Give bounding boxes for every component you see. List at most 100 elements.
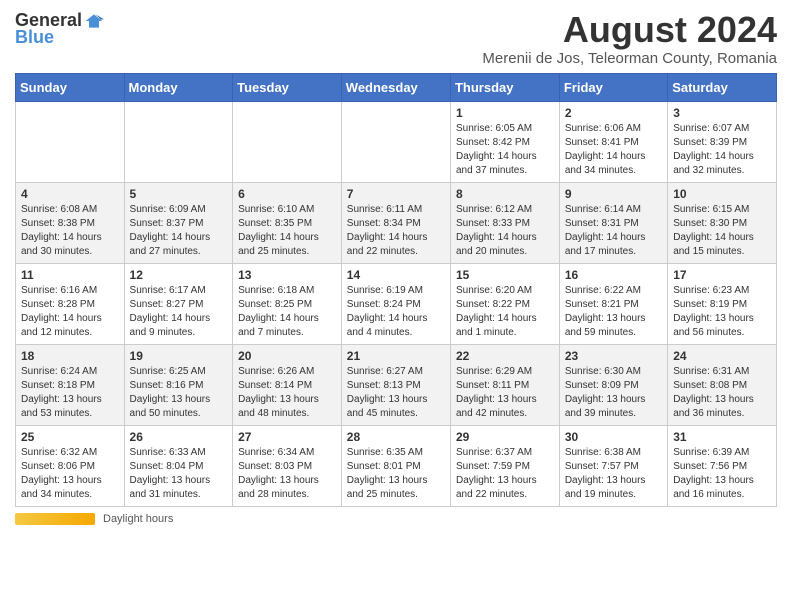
calendar-cell: 26 Sunrise: 6:33 AM Sunset: 8:04 PM Dayli… [124, 425, 233, 506]
calendar-cell: 14 Sunrise: 6:19 AM Sunset: 8:24 PM Dayli… [341, 263, 450, 344]
day-number: 13 [238, 268, 336, 282]
day-info: Sunrise: 6:16 AM Sunset: 8:28 PM Dayligh… [21, 284, 119, 340]
day-number: 2 [565, 106, 662, 120]
day-number: 29 [456, 430, 554, 444]
day-number: 22 [456, 349, 554, 363]
day-info: Sunrise: 6:31 AM Sunset: 8:08 PM Dayligh… [673, 365, 771, 421]
calendar-week-row: 4 Sunrise: 6:08 AM Sunset: 8:38 PM Daylig… [16, 182, 777, 263]
calendar-week-row: 11 Sunrise: 6:16 AM Sunset: 8:28 PM Dayli… [16, 263, 777, 344]
month-year-title: August 2024 [482, 10, 777, 50]
day-info: Sunrise: 6:09 AM Sunset: 8:37 PM Dayligh… [130, 203, 228, 259]
day-number: 12 [130, 268, 228, 282]
logo: General Blue [15, 10, 104, 48]
day-info: Sunrise: 6:06 AM Sunset: 8:41 PM Dayligh… [565, 122, 662, 178]
calendar-cell: 10 Sunrise: 6:15 AM Sunset: 8:30 PM Dayli… [668, 182, 777, 263]
day-number: 8 [456, 187, 554, 201]
calendar-table: SundayMondayTuesdayWednesdayThursdayFrid… [15, 73, 777, 507]
day-number: 28 [347, 430, 445, 444]
day-number: 6 [238, 187, 336, 201]
day-info: Sunrise: 6:27 AM Sunset: 8:13 PM Dayligh… [347, 365, 445, 421]
title-block: August 2024 Merenii de Jos, Teleorman Co… [482, 10, 777, 67]
calendar-cell: 22 Sunrise: 6:29 AM Sunset: 8:11 PM Dayli… [450, 344, 559, 425]
day-number: 10 [673, 187, 771, 201]
calendar-cell: 16Sunrise: 6:22 AM Sunset: 8:21 PM Dayli… [559, 263, 667, 344]
calendar-cell: 30 Sunrise: 6:38 AM Sunset: 7:57 PM Dayli… [559, 425, 667, 506]
calendar-header-thursday: Thursday [450, 73, 559, 101]
day-number: 17 [673, 268, 771, 282]
day-info: Sunrise: 6:26 AM Sunset: 8:14 PM Dayligh… [238, 365, 336, 421]
day-info: Sunrise: 6:05 AM Sunset: 8:42 PM Dayligh… [456, 122, 554, 178]
calendar-footer: Daylight hours [15, 513, 777, 525]
day-info: Sunrise: 6:23 AM Sunset: 8:19 PM Dayligh… [673, 284, 771, 340]
calendar-week-row: 1 Sunrise: 6:05 AM Sunset: 8:42 PM Daylig… [16, 101, 777, 182]
day-info: Sunrise: 6:39 AM Sunset: 7:56 PM Dayligh… [673, 446, 771, 502]
day-number: 23 [565, 349, 662, 363]
day-info: Sunrise: 6:33 AM Sunset: 8:04 PM Dayligh… [130, 446, 228, 502]
day-info: Sunrise: 6:17 AM Sunset: 8:27 PM Dayligh… [130, 284, 228, 340]
calendar-cell: 8 Sunrise: 6:12 AM Sunset: 8:33 PM Daylig… [450, 182, 559, 263]
day-number: 25 [21, 430, 119, 444]
calendar-header-sunday: Sunday [16, 73, 125, 101]
calendar-cell [233, 101, 342, 182]
calendar-cell [124, 101, 233, 182]
calendar-header-wednesday: Wednesday [341, 73, 450, 101]
calendar-cell: 29Sunrise: 6:37 AM Sunset: 7:59 PM Dayli… [450, 425, 559, 506]
day-number: 1 [456, 106, 554, 120]
calendar-cell: 15Sunrise: 6:20 AM Sunset: 8:22 PM Dayli… [450, 263, 559, 344]
calendar-cell: 7Sunrise: 6:11 AM Sunset: 8:34 PM Daylig… [341, 182, 450, 263]
calendar-cell: 25 Sunrise: 6:32 AM Sunset: 8:06 PM Dayli… [16, 425, 125, 506]
day-number: 26 [130, 430, 228, 444]
day-number: 5 [130, 187, 228, 201]
calendar-cell: 2 Sunrise: 6:06 AM Sunset: 8:41 PM Daylig… [559, 101, 667, 182]
day-number: 4 [21, 187, 119, 201]
day-info: Sunrise: 6:24 AM Sunset: 8:18 PM Dayligh… [21, 365, 119, 421]
calendar-cell: 19 Sunrise: 6:25 AM Sunset: 8:16 PM Dayli… [124, 344, 233, 425]
day-number: 30 [565, 430, 662, 444]
day-number: 19 [130, 349, 228, 363]
calendar-cell: 3Sunrise: 6:07 AM Sunset: 8:39 PM Daylig… [668, 101, 777, 182]
calendar-cell: 23Sunrise: 6:30 AM Sunset: 8:09 PM Dayli… [559, 344, 667, 425]
day-info: Sunrise: 6:25 AM Sunset: 8:16 PM Dayligh… [130, 365, 228, 421]
day-number: 24 [673, 349, 771, 363]
calendar-header-saturday: Saturday [668, 73, 777, 101]
calendar-header-tuesday: Tuesday [233, 73, 342, 101]
day-info: Sunrise: 6:29 AM Sunset: 8:11 PM Dayligh… [456, 365, 554, 421]
day-info: Sunrise: 6:32 AM Sunset: 8:06 PM Dayligh… [21, 446, 119, 502]
day-number: 27 [238, 430, 336, 444]
day-info: Sunrise: 6:11 AM Sunset: 8:34 PM Dayligh… [347, 203, 445, 259]
day-info: Sunrise: 6:18 AM Sunset: 8:25 PM Dayligh… [238, 284, 336, 340]
logo-icon [84, 11, 104, 31]
calendar-cell: 13 Sunrise: 6:18 AM Sunset: 8:25 PM Dayli… [233, 263, 342, 344]
day-info: Sunrise: 6:08 AM Sunset: 8:38 PM Dayligh… [21, 203, 119, 259]
day-info: Sunrise: 6:14 AM Sunset: 8:31 PM Dayligh… [565, 203, 662, 259]
day-info: Sunrise: 6:15 AM Sunset: 8:30 PM Dayligh… [673, 203, 771, 259]
calendar-cell: 4 Sunrise: 6:08 AM Sunset: 8:38 PM Daylig… [16, 182, 125, 263]
day-number: 11 [21, 268, 119, 282]
day-number: 31 [673, 430, 771, 444]
logo-blue: Blue [15, 27, 54, 48]
day-info: Sunrise: 6:38 AM Sunset: 7:57 PM Dayligh… [565, 446, 662, 502]
calendar-week-row: 18Sunrise: 6:24 AM Sunset: 8:18 PM Dayli… [16, 344, 777, 425]
page-header: General Blue August 2024 Merenii de Jos,… [15, 10, 777, 67]
calendar-cell: 28 Sunrise: 6:35 AM Sunset: 8:01 PM Dayli… [341, 425, 450, 506]
calendar-cell: 5 Sunrise: 6:09 AM Sunset: 8:37 PM Daylig… [124, 182, 233, 263]
calendar-cell [341, 101, 450, 182]
day-number: 14 [347, 268, 445, 282]
calendar-cell: 18Sunrise: 6:24 AM Sunset: 8:18 PM Dayli… [16, 344, 125, 425]
day-info: Sunrise: 6:19 AM Sunset: 8:24 PM Dayligh… [347, 284, 445, 340]
daylight-label: Daylight hours [103, 513, 173, 525]
calendar-cell: 1 Sunrise: 6:05 AM Sunset: 8:42 PM Daylig… [450, 101, 559, 182]
calendar-cell: 21 Sunrise: 6:27 AM Sunset: 8:13 PM Dayli… [341, 344, 450, 425]
calendar-cell: 27Sunrise: 6:34 AM Sunset: 8:03 PM Dayli… [233, 425, 342, 506]
day-info: Sunrise: 6:22 AM Sunset: 8:21 PM Dayligh… [565, 284, 662, 340]
day-info: Sunrise: 6:12 AM Sunset: 8:33 PM Dayligh… [456, 203, 554, 259]
calendar-cell: 6 Sunrise: 6:10 AM Sunset: 8:35 PM Daylig… [233, 182, 342, 263]
calendar-cell: 20Sunrise: 6:26 AM Sunset: 8:14 PM Dayli… [233, 344, 342, 425]
location-subtitle: Merenii de Jos, Teleorman County, Romani… [482, 50, 777, 67]
day-info: Sunrise: 6:35 AM Sunset: 8:01 PM Dayligh… [347, 446, 445, 502]
day-info: Sunrise: 6:10 AM Sunset: 8:35 PM Dayligh… [238, 203, 336, 259]
calendar-header-row: SundayMondayTuesdayWednesdayThursdayFrid… [16, 73, 777, 101]
day-number: 21 [347, 349, 445, 363]
calendar-header-friday: Friday [559, 73, 667, 101]
calendar-cell: 9Sunrise: 6:14 AM Sunset: 8:31 PM Daylig… [559, 182, 667, 263]
